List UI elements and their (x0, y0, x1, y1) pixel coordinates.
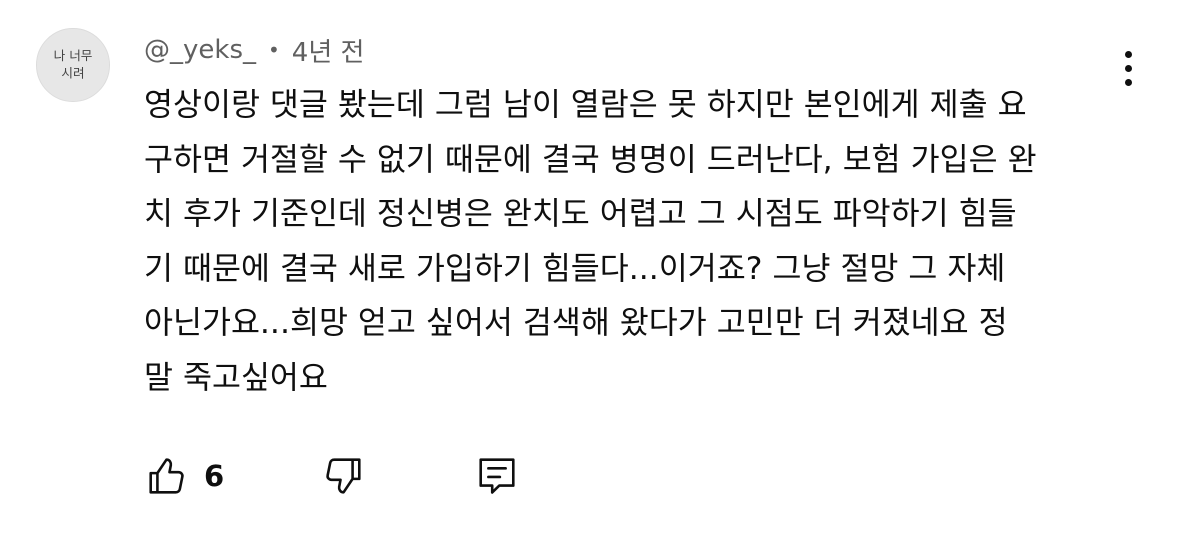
avatar-text-bottom: 시려 (61, 66, 84, 81)
avatar-image: 나 너무 시려 (37, 29, 109, 101)
comment-line: 영상이랑 댓글 봤는데 그럼 남이 열람은 못 하지만 본인에게 제출 요 (144, 87, 1027, 123)
comment-actions: 6 (144, 450, 520, 502)
timestamp[interactable]: 4년 전 (292, 32, 365, 69)
comment-text: 영상이랑 댓글 봤는데 그럼 남이 열람은 못 하지만 본인에게 제출 요 구하… (144, 78, 1134, 405)
thumb-up-icon (149, 458, 184, 494)
reply-icon (479, 458, 515, 494)
separator-dot: • (268, 38, 280, 62)
reply-button[interactable] (474, 453, 520, 499)
author-name[interactable]: @_yeks_ (144, 35, 256, 65)
avatar[interactable]: 나 너무 시려 (36, 28, 110, 102)
comment-line: 치 후가 기준인데 정신병은 완치도 어렵고 그 시점도 파악하기 힘들 (144, 196, 1017, 232)
comment-header: @_yeks_ • 4년 전 (144, 30, 364, 70)
avatar-text-top: 나 너무 (54, 48, 93, 63)
like-count: 6 (204, 459, 225, 493)
like-button[interactable]: 6 (144, 453, 320, 499)
comment-line: 구하면 거절할 수 없기 때문에 결국 병명이 드러난다, 보험 가입은 완 (144, 141, 1037, 178)
comment-line: 말 죽고싶어요 (144, 359, 328, 396)
thumb-down-icon (326, 458, 361, 494)
dislike-button[interactable] (320, 453, 474, 499)
comment-line: 아닌가요...희망 얻고 싶어서 검색해 왔다가 고민만 더 커졌네요 정 (144, 305, 1008, 341)
comment-line: 기 때문에 결국 새로 가입하기 힘들다...이거죠? 그냥 절망 그 자체 (144, 250, 1006, 287)
